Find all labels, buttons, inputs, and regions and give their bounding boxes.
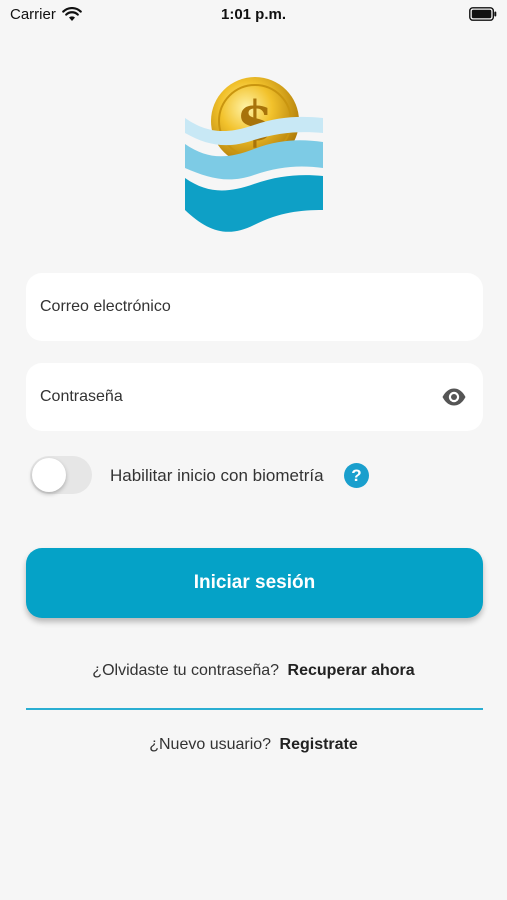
login-screen: Carrier 1:01 p.m. $ Correo electrónico H… (0, 0, 507, 900)
status-bar: Carrier 1:01 p.m. (0, 0, 507, 28)
forgot-password-row: ¿Olvidaste tu contraseña? Recuperar ahor… (0, 662, 507, 680)
password-input[interactable] (40, 388, 469, 406)
eye-icon[interactable] (441, 385, 467, 409)
password-field[interactable] (26, 363, 483, 431)
biometric-label: Habilitar inicio con biometría (110, 466, 324, 485)
biometric-row: Habilitar inicio con biometría ? (30, 456, 430, 494)
recover-link[interactable]: Recuperar ahora (288, 662, 415, 679)
register-question: ¿Nuevo usuario? (149, 736, 272, 753)
email-field[interactable] (26, 273, 483, 341)
help-icon[interactable]: ? (344, 463, 369, 488)
coin-waves-logo: $ (185, 77, 323, 232)
divider (26, 708, 483, 710)
login-button[interactable]: Iniciar sesión (26, 548, 483, 618)
register-row: ¿Nuevo usuario? Registrate (0, 736, 507, 754)
email-input[interactable] (40, 298, 469, 316)
forgot-question: ¿Olvidaste tu contraseña? (92, 662, 280, 679)
register-link[interactable]: Registrate (280, 736, 358, 753)
battery-icon (469, 7, 497, 25)
status-time: 1:01 p.m. (220, 6, 287, 23)
biometric-toggle[interactable] (30, 456, 92, 494)
toggle-knob (32, 458, 66, 492)
